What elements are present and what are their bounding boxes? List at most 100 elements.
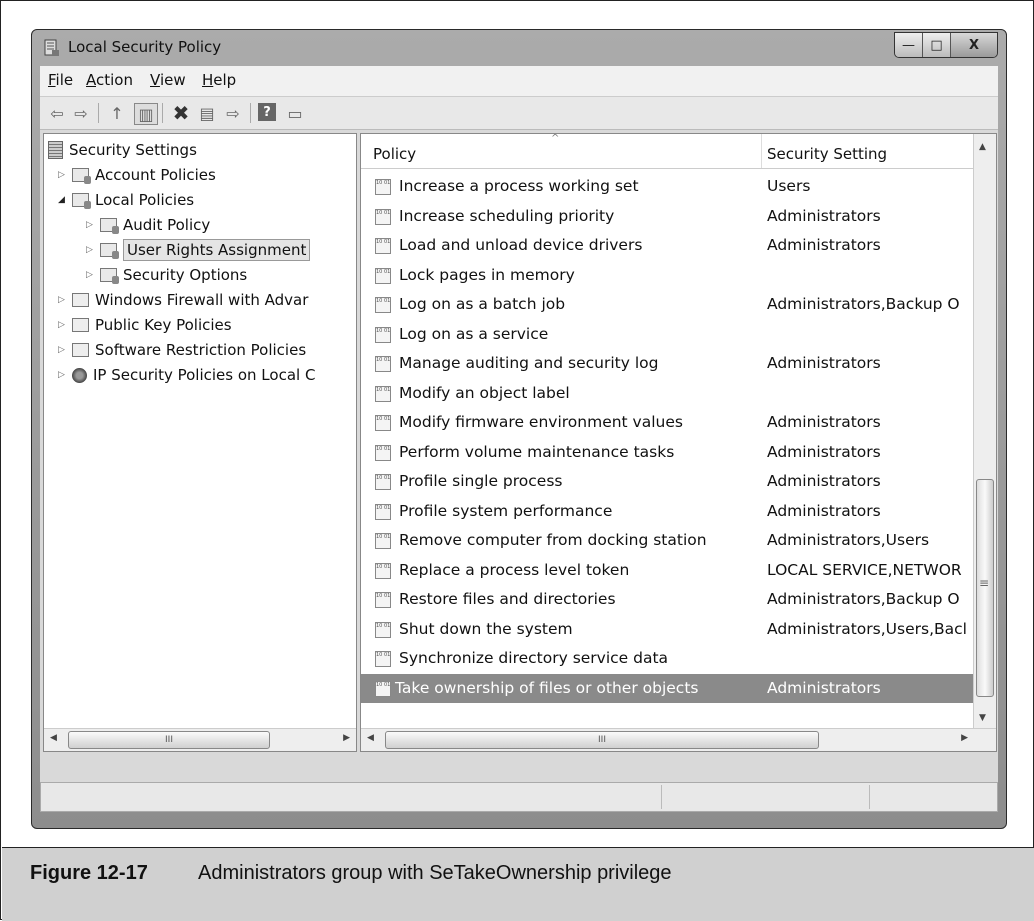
tree-root[interactable]: Security Settings xyxy=(48,138,197,162)
expand-arrow-icon[interactable]: ▷ xyxy=(58,170,72,180)
tree-item-security-options[interactable]: ▷ Security Options xyxy=(86,263,247,287)
expand-arrow-icon[interactable]: ▷ xyxy=(86,270,100,280)
expand-arrow-icon[interactable]: ▷ xyxy=(86,220,100,230)
tree-item-label: Security Options xyxy=(123,266,248,284)
table-row[interactable]: 10 01 Shut down the system Administrators,… xyxy=(361,615,973,644)
policy-item-icon: 10 01 xyxy=(375,474,391,490)
collapse-arrow-icon[interactable]: ◢ xyxy=(58,195,72,205)
menu-help[interactable]: Help xyxy=(202,71,236,89)
menu-file[interactable]: File xyxy=(48,71,73,89)
policy-name: Load and unload device drivers xyxy=(399,236,643,254)
list-vscroll-thumb[interactable]: ≡ xyxy=(976,479,994,697)
tree-hscrollbar[interactable]: ◀ III ▶ xyxy=(44,728,356,751)
tree-item-label: Audit Policy xyxy=(123,216,211,234)
table-row[interactable]: 10 01 Log on as a batch job Administrators… xyxy=(361,290,973,319)
scroll-up-arrow-icon[interactable]: ▲ xyxy=(979,142,986,152)
tree-item-ip-security[interactable]: ▷ IP Security Policies on Local C xyxy=(58,363,315,387)
scroll-down-arrow-icon[interactable]: ▼ xyxy=(979,713,986,723)
policy-name: Restore files and directories xyxy=(399,590,616,608)
tree-item-label: Account Policies xyxy=(95,166,216,184)
app-window: Local Security Policy — □ X File Action … xyxy=(31,29,1007,829)
policy-item-icon: 10 01 xyxy=(375,533,391,549)
toolbar-separator xyxy=(98,103,99,123)
list-hscrollbar[interactable]: ◀ III ▶ xyxy=(361,728,996,751)
delete-icon[interactable]: ✖ xyxy=(170,101,192,125)
policy-name: Manage auditing and security log xyxy=(399,354,659,372)
toolbar-separator xyxy=(250,103,251,123)
table-row[interactable]: 10 01 Modify firmware environment values A… xyxy=(361,408,973,437)
expand-arrow-icon[interactable]: ▷ xyxy=(58,320,72,330)
status-divider xyxy=(869,785,870,809)
security-setting: Administrators xyxy=(767,472,881,490)
security-setting: Administrators xyxy=(767,354,881,372)
policy-name: Perform volume maintenance tasks xyxy=(399,442,675,461)
menu-view[interactable]: View xyxy=(150,71,186,89)
tree-item-audit-policy[interactable]: ▷ Audit Policy xyxy=(86,213,210,237)
show-action-pane-icon[interactable]: ▭ xyxy=(284,103,306,123)
policy-name: Modify an object label xyxy=(399,383,570,402)
scroll-right-arrow-icon[interactable]: ▶ xyxy=(343,733,350,743)
scroll-right-arrow-icon[interactable]: ▶ xyxy=(961,733,968,743)
menu-action[interactable]: Action xyxy=(86,71,133,89)
security-setting: Administrators xyxy=(767,678,881,697)
export-list-icon[interactable]: ⇨ xyxy=(222,103,244,123)
main-content: Security Settings ▷ Account Policies ◢ L… xyxy=(40,130,998,782)
expand-arrow-icon[interactable]: ▷ xyxy=(58,345,72,355)
tree-hscroll-thumb[interactable]: III xyxy=(68,731,270,749)
table-row[interactable]: 10 01 Manage auditing and security log Adm… xyxy=(361,349,973,378)
table-row[interactable]: 10 01 Remove computer from docking statio… xyxy=(361,526,973,555)
table-row[interactable]: 10 01 Log on as a service xyxy=(361,320,973,349)
list-hscroll-thumb[interactable]: III xyxy=(385,731,819,749)
tree-item-user-rights-assignment[interactable]: ▷ User Rights Assignment xyxy=(86,238,311,262)
table-row[interactable]: 10 01 Increase scheduling priority Adminis… xyxy=(361,202,973,231)
properties-icon[interactable]: ▤ xyxy=(196,103,218,123)
policy-item-icon: 10 01 xyxy=(375,415,391,431)
tree-item-software-restriction[interactable]: ▷ Software Restriction Policies xyxy=(58,338,306,362)
list-vscrollbar[interactable]: ▲ ≡ ▼ xyxy=(973,134,996,729)
up-level-icon[interactable]: ↑ xyxy=(106,103,128,123)
tree-item-public-key-policies[interactable]: ▷ Public Key Policies xyxy=(58,313,232,337)
column-divider[interactable] xyxy=(761,134,762,168)
back-arrow-icon[interactable]: ⇦ xyxy=(46,103,68,123)
table-row[interactable]: 10 01 Lock pages in memory xyxy=(361,261,973,290)
list-header: Policy ^ Security Setting xyxy=(361,134,973,169)
forward-arrow-icon[interactable]: ⇨ xyxy=(70,103,92,123)
security-setting: LOCAL SERVICE,NETWOR xyxy=(767,560,962,579)
tree-item-account-policies[interactable]: ▷ Account Policies xyxy=(58,163,216,187)
minimize-button[interactable]: — xyxy=(895,33,923,57)
table-row[interactable]: 10 01 Profile system performance Administr… xyxy=(361,497,973,526)
column-header-policy[interactable]: Policy xyxy=(373,145,416,163)
expand-arrow-icon[interactable]: ▷ xyxy=(58,370,72,380)
scroll-left-arrow-icon[interactable]: ◀ xyxy=(367,733,374,743)
table-row[interactable]: 10 01 Take ownership of files or other ob… xyxy=(361,673,973,703)
close-button[interactable]: X xyxy=(951,33,997,57)
scroll-left-arrow-icon[interactable]: ◀ xyxy=(50,733,57,743)
title-bar[interactable]: Local Security Policy — □ X xyxy=(32,30,1006,66)
help-icon[interactable]: ? xyxy=(258,103,276,121)
policy-item-icon: 10 01 xyxy=(375,208,391,225)
policy-name: Remove computer from docking station xyxy=(399,531,707,549)
table-row[interactable]: 10 01 Profile single process Administrator… xyxy=(361,467,973,496)
tree-item-local-policies[interactable]: ◢ Local Policies xyxy=(58,188,194,212)
tree-item-label: User Rights Assignment xyxy=(123,239,311,261)
policy-folder-icon xyxy=(72,193,91,209)
status-divider xyxy=(661,785,662,809)
policy-name: Log on as a service xyxy=(399,324,549,343)
tree-item-label: Local Policies xyxy=(95,191,195,209)
table-row[interactable]: 10 01 Increase a process working set Users xyxy=(361,172,973,201)
security-setting: Administrators xyxy=(767,236,881,254)
policy-item-icon: 10 01 xyxy=(375,385,391,402)
column-header-security-setting[interactable]: Security Setting xyxy=(767,145,887,163)
maximize-button[interactable]: □ xyxy=(923,33,951,57)
table-row[interactable]: 10 01 Load and unload device drivers Admin… xyxy=(361,231,973,260)
tree-item-windows-firewall[interactable]: ▷ Windows Firewall with Advar xyxy=(58,288,308,312)
table-row[interactable]: 10 01 Synchronize directory service data xyxy=(361,644,973,673)
expand-arrow-icon[interactable]: ▷ xyxy=(86,245,100,255)
window-title: Local Security Policy xyxy=(68,38,222,56)
table-row[interactable]: 10 01 Modify an object label xyxy=(361,379,973,408)
table-row[interactable]: 10 01 Replace a process level token LOCAL … xyxy=(361,556,973,585)
show-hide-tree-icon[interactable]: ▥ xyxy=(134,103,158,125)
expand-arrow-icon[interactable]: ▷ xyxy=(58,295,72,305)
table-row[interactable]: 10 01 Perform volume maintenance tasks Adm… xyxy=(361,438,973,467)
table-row[interactable]: 10 01 Restore files and directories Admini… xyxy=(361,585,973,614)
